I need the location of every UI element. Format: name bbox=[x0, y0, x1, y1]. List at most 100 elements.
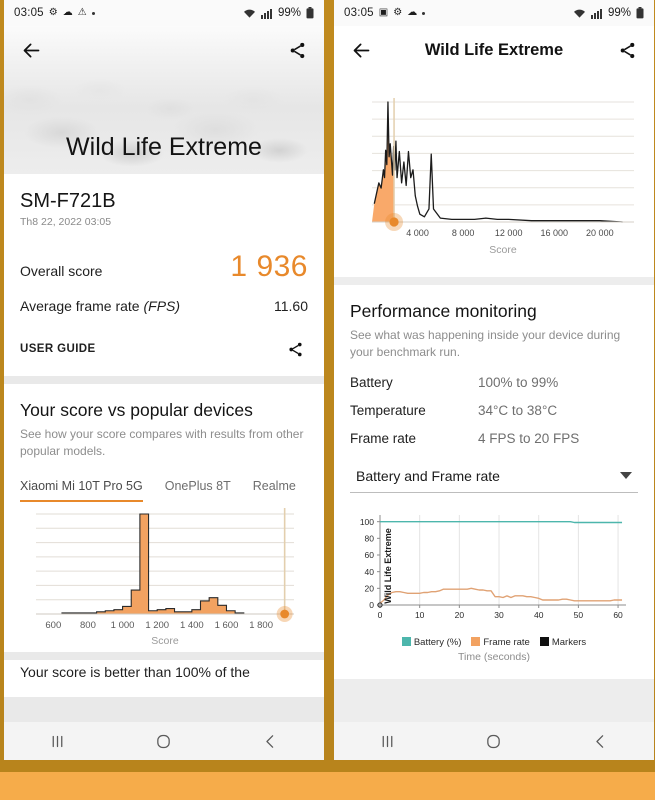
gear-icon: ⚙ bbox=[48, 7, 58, 18]
svg-text:10: 10 bbox=[415, 610, 425, 620]
page-title: Wild Life Extreme bbox=[424, 40, 564, 59]
svg-text:4 000: 4 000 bbox=[406, 228, 429, 238]
chevron-down-icon[interactable] bbox=[620, 472, 632, 480]
svg-text:0: 0 bbox=[369, 600, 374, 610]
svg-text:800: 800 bbox=[80, 620, 96, 631]
device-model: SM-F721B bbox=[20, 190, 116, 212]
perf-key: Temperature bbox=[350, 402, 426, 418]
system-nav-bar bbox=[4, 722, 324, 760]
app-bar bbox=[4, 26, 324, 74]
perf-value: 4 FPS to 20 FPS bbox=[478, 430, 580, 446]
perf-title: Performance monitoring bbox=[350, 301, 537, 321]
svg-text:100: 100 bbox=[360, 517, 374, 527]
compare-card: Your score vs popular devices See how yo… bbox=[4, 384, 324, 652]
legend-label: Battery (%) bbox=[413, 636, 462, 648]
wifi-icon bbox=[573, 9, 585, 18]
warning-icon: ⚠ bbox=[77, 7, 87, 18]
signal-icon bbox=[260, 8, 272, 19]
perf-stats-list: Battery 100% to 99% Temperature 34°C to … bbox=[350, 375, 638, 446]
legend-label: Frame rate bbox=[483, 636, 530, 648]
chart-legend: Battery (%) Frame rate Markers bbox=[350, 636, 638, 648]
cloud-icon: ☁ bbox=[62, 7, 73, 18]
signal-icon bbox=[590, 8, 602, 19]
status-bar: 03:05 ⚙ ☁ ⚠ 99% bbox=[4, 0, 324, 26]
system-nav-bar bbox=[334, 722, 654, 760]
frame-rate-label-text: Average frame rate bbox=[20, 298, 144, 314]
share-icon[interactable] bbox=[284, 37, 310, 63]
back-chevron-icon[interactable] bbox=[581, 722, 621, 760]
legend-label: Markers bbox=[551, 636, 587, 648]
perf-subtitle: See what was happening inside your devic… bbox=[350, 328, 621, 360]
svg-text:20: 20 bbox=[365, 583, 375, 593]
phone-screen-right: 03:05 ▣ ⚙ ☁ 99% Wild Life Extreme 4 000 8… bbox=[334, 0, 654, 760]
svg-text:1 200: 1 200 bbox=[145, 620, 169, 631]
battery-percent: 99% bbox=[607, 7, 631, 19]
back-chevron-icon[interactable] bbox=[251, 722, 291, 760]
screenshot-icon: ▣ bbox=[378, 7, 389, 18]
svg-text:1 400: 1 400 bbox=[180, 620, 204, 631]
svg-text:50: 50 bbox=[574, 610, 584, 620]
user-guide-link[interactable]: USER GUIDE bbox=[20, 343, 96, 355]
back-icon[interactable] bbox=[348, 37, 374, 63]
frame-rate-value: 11.60 bbox=[274, 298, 308, 314]
frame-rate-row: Average frame rate (FPS) 11.60 bbox=[20, 298, 308, 314]
performance-monitoring-card: Performance monitoring See what was happ… bbox=[334, 285, 654, 679]
svg-text:0: 0 bbox=[378, 610, 383, 620]
overall-score-label: Overall score bbox=[20, 263, 103, 279]
svg-text:1 800: 1 800 bbox=[249, 620, 273, 631]
device-tabs[interactable]: Xiaomi Mi 10T Pro 5G OnePlus 8T Realme bbox=[20, 479, 308, 502]
svg-text:1 600: 1 600 bbox=[215, 620, 239, 631]
left-scroll-content[interactable]: SM-F721B Th8 22, 2022 03:05 Overall scor… bbox=[4, 174, 324, 722]
share-icon[interactable] bbox=[282, 336, 308, 362]
dot-icon bbox=[91, 11, 95, 15]
recents-icon[interactable] bbox=[367, 722, 407, 760]
score-histogram-chart: 600 800 1 000 1 200 1 400 1 600 1 800 Score bbox=[20, 502, 308, 652]
perf-x-axis-label: Time (seconds) bbox=[458, 650, 530, 663]
legend-item-battery: Battery (%) bbox=[401, 636, 462, 648]
percentile-note: Your score is better than 100% of the bbox=[4, 659, 324, 697]
cloud-icon: ☁ bbox=[407, 7, 418, 18]
battery-icon bbox=[306, 7, 314, 19]
perf-key: Frame rate bbox=[350, 430, 417, 446]
hero-title: Wild Life Extreme bbox=[66, 133, 262, 161]
legend-item-markers: Markers bbox=[539, 636, 587, 648]
legend-item-frame-rate: Frame rate bbox=[471, 636, 530, 648]
svg-text:60: 60 bbox=[365, 550, 375, 560]
score-distribution-chart: 4 000 8 000 12 000 16 000 20 000 Score bbox=[344, 92, 644, 267]
back-icon[interactable] bbox=[18, 37, 44, 63]
gear-icon: ⚙ bbox=[393, 7, 403, 18]
frame-rate-label: Average frame rate (FPS) bbox=[20, 298, 180, 314]
home-icon[interactable] bbox=[474, 722, 514, 760]
perf-row-frame-rate: Frame rate 4 FPS to 20 FPS bbox=[350, 431, 638, 446]
phone-screen-left: 03:05 ⚙ ☁ ⚠ 99% Wild Life Extreme SM-F72… bbox=[4, 0, 324, 760]
perf-value: 34°C to 38°C bbox=[478, 402, 558, 418]
run-timestamp: Th8 22, 2022 03:05 bbox=[20, 216, 112, 228]
tab-xiaomi-mi-10t-pro-5g[interactable]: Xiaomi Mi 10T Pro 5G bbox=[20, 479, 143, 502]
tab-realme[interactable]: Realme bbox=[253, 479, 296, 502]
svg-text:8 000: 8 000 bbox=[452, 228, 475, 238]
status-time: 03:05 bbox=[344, 7, 374, 19]
overall-score-row: Overall score 1 936 bbox=[20, 250, 308, 284]
compare-title: Your score vs popular devices bbox=[20, 400, 253, 420]
battery-icon bbox=[636, 7, 644, 19]
svg-text:12 000: 12 000 bbox=[495, 228, 523, 238]
user-guide-row: USER GUIDE bbox=[20, 336, 308, 362]
distribution-card: 4 000 8 000 12 000 16 000 20 000 Score bbox=[334, 74, 654, 277]
svg-text:600: 600 bbox=[45, 620, 61, 631]
right-scroll-content[interactable]: 4 000 8 000 12 000 16 000 20 000 Score Perfor… bbox=[334, 74, 654, 722]
legend-swatch-frame-rate bbox=[471, 636, 481, 646]
battery-percent: 99% bbox=[277, 7, 301, 19]
app-bar: Wild Life Extreme bbox=[334, 26, 654, 74]
svg-text:40: 40 bbox=[534, 610, 544, 620]
tab-oneplus-8t[interactable]: OnePlus 8T bbox=[165, 479, 231, 502]
svg-text:30: 30 bbox=[494, 610, 504, 620]
overall-score-value: 1 936 bbox=[230, 250, 308, 283]
svg-text:40: 40 bbox=[365, 567, 375, 577]
home-icon[interactable] bbox=[144, 722, 184, 760]
svg-text:Score: Score bbox=[151, 635, 179, 647]
recents-icon[interactable] bbox=[37, 722, 77, 760]
share-icon[interactable] bbox=[614, 37, 640, 63]
svg-text:Score: Score bbox=[489, 244, 517, 256]
metric-select[interactable]: Battery and Frame rate bbox=[350, 468, 638, 493]
dot-icon bbox=[422, 11, 426, 15]
